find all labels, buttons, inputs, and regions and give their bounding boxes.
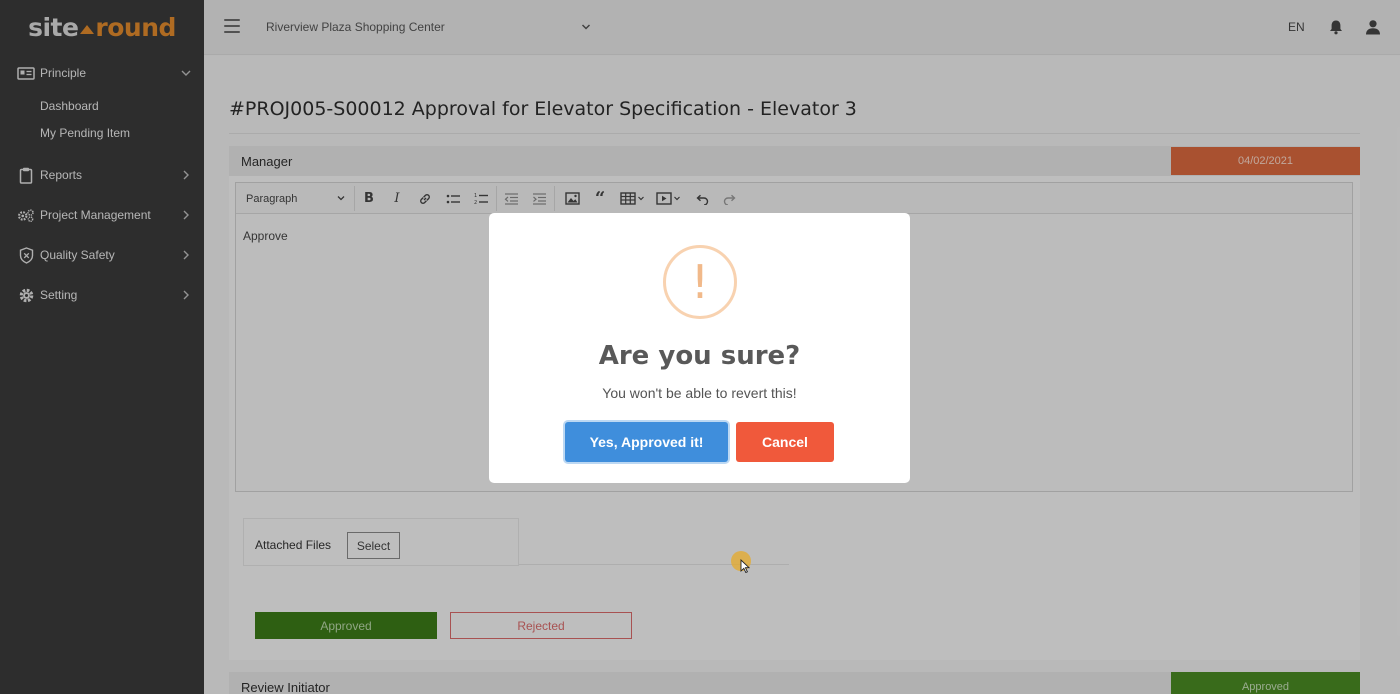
warning-icon-glyph: ! [690,255,710,309]
dialog-message: You won't be able to revert this! [602,385,797,401]
warning-icon: ! [663,245,737,319]
dialog-title: Are you sure? [598,341,801,371]
cancel-button[interactable]: Cancel [736,422,834,462]
confirm-approve-button[interactable]: Yes, Approved it! [565,422,728,462]
confirm-dialog: ! Are you sure? You won't be able to rev… [489,213,910,483]
mouse-pointer-icon [740,559,750,573]
